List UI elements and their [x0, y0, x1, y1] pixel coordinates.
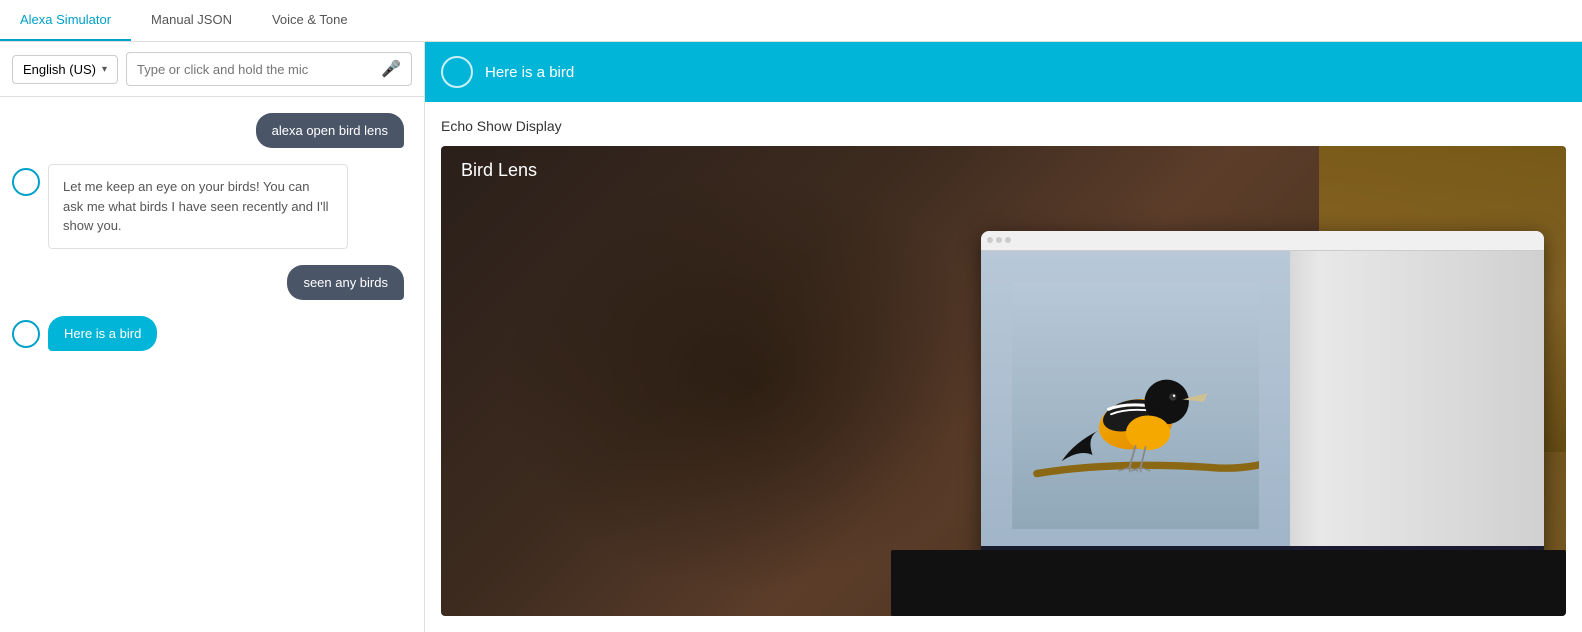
right-panel: Here is a bird Echo Show Display Bird Le… — [425, 42, 1582, 632]
laptop-screen-inner — [981, 231, 1544, 560]
tab-manual-json[interactable]: Manual JSON — [131, 0, 252, 41]
language-selector[interactable]: English (US) ▾ — [12, 55, 118, 84]
browser-dot-1 — [987, 237, 993, 243]
bird-lens-display: Bird Lens — [441, 146, 1566, 616]
laptop-keyboard — [891, 550, 1566, 616]
laptop-browser-bar — [981, 231, 1544, 251]
alexa-avatar-2 — [12, 320, 40, 348]
chevron-down-icon: ▾ — [102, 64, 107, 75]
echo-display-image: Bird Lens — [441, 146, 1566, 616]
laptop-screen — [981, 231, 1544, 560]
bird-lens-label: Bird Lens — [461, 160, 537, 181]
alexa-message-1: Let me keep an eye on your birds! You ca… — [12, 164, 412, 249]
tab-alexa-simulator[interactable]: Alexa Simulator — [0, 0, 131, 41]
alexa-bubble-1: Let me keep an eye on your birds! You ca… — [48, 164, 348, 249]
chat-area: alexa open bird lens Let me keep an eye … — [0, 97, 424, 632]
tab-voice-tone[interactable]: Voice & Tone — [252, 0, 368, 41]
echo-display-title: Echo Show Display — [441, 118, 1566, 134]
user-bubble-2: seen any birds — [287, 265, 404, 300]
echo-display-section: Echo Show Display Bird Lens — [425, 102, 1582, 632]
alexa-message-2: Here is a bird — [12, 316, 412, 351]
user-message-2: seen any birds — [12, 265, 412, 300]
browser-dot-2 — [996, 237, 1002, 243]
alexa-avatar-1 — [12, 168, 40, 196]
lens-circle-effect — [497, 170, 1003, 593]
user-bubble-1: alexa open bird lens — [256, 113, 404, 148]
top-nav: Alexa Simulator Manual JSON Voice & Tone — [0, 0, 1582, 42]
voice-input[interactable] — [137, 62, 373, 77]
alexa-response-bar: Here is a bird — [425, 42, 1582, 102]
main-layout: English (US) ▾ 🎤 alexa open bird lens Le… — [0, 42, 1582, 632]
alexa-bubble-2: Here is a bird — [48, 316, 157, 351]
user-message-1: alexa open bird lens — [12, 113, 412, 148]
input-row: English (US) ▾ 🎤 — [0, 42, 424, 97]
alexa-response-text: Here is a bird — [485, 64, 574, 81]
language-label: English (US) — [23, 62, 96, 77]
mic-icon[interactable]: 🎤 — [381, 59, 401, 79]
voice-input-wrapper[interactable]: 🎤 — [126, 52, 412, 86]
bird-svg — [1012, 282, 1260, 529]
browser-dot-3 — [1005, 237, 1011, 243]
left-panel: English (US) ▾ 🎤 alexa open bird lens Le… — [0, 42, 425, 632]
bird-image-area — [981, 251, 1290, 560]
alexa-response-icon — [441, 56, 473, 88]
